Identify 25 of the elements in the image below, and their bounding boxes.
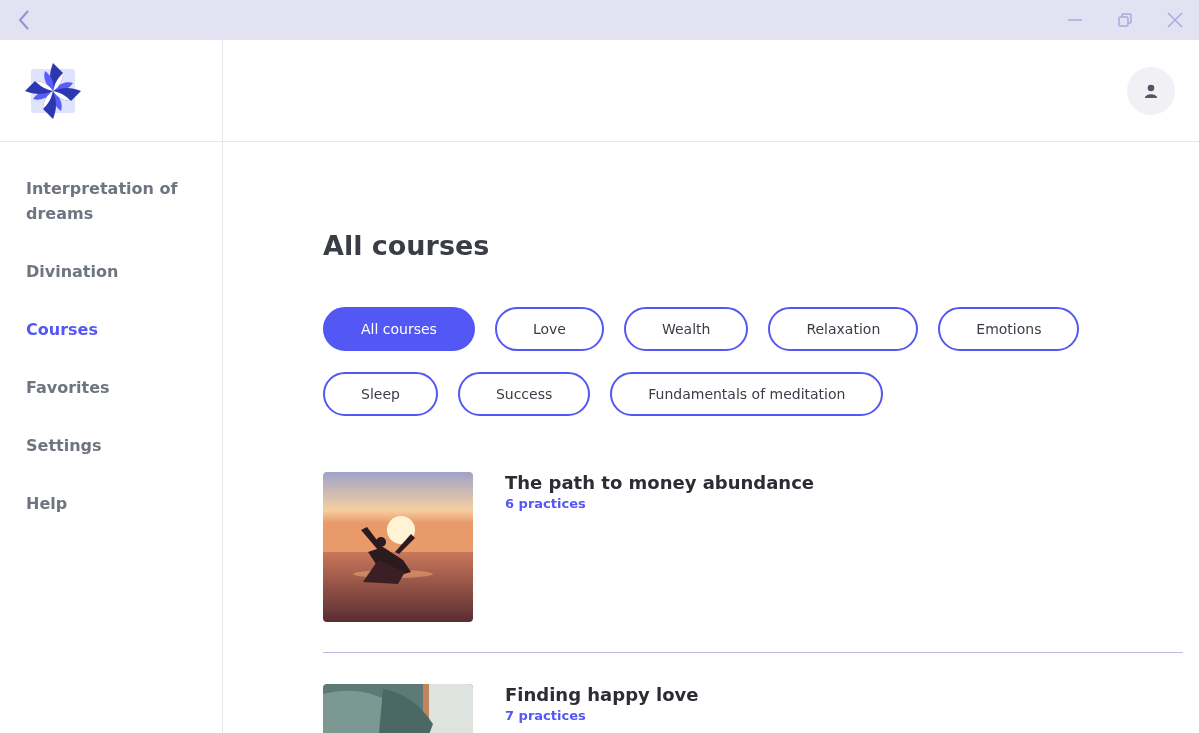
filter-chip[interactable]: All courses (323, 307, 475, 351)
filter-chip[interactable]: Success (457, 372, 591, 416)
course-title[interactable]: Finding happy love (505, 684, 699, 705)
close-icon[interactable] (1165, 10, 1185, 30)
sidebar-item[interactable]: Interpretation of dreams (26, 176, 196, 226)
course-title[interactable]: The path to money abundance (505, 472, 815, 493)
sidebar-item[interactable]: Help (26, 491, 196, 516)
back-icon[interactable] (18, 10, 30, 30)
filter-chip[interactable]: Emotions (938, 307, 1080, 351)
filter-chip[interactable]: Relaxation (768, 307, 919, 351)
person-icon (1143, 82, 1159, 99)
page-title: All courses (323, 230, 491, 261)
flower-logo-icon (23, 60, 83, 121)
avatar-button[interactable] (1127, 66, 1175, 115)
filter-chip[interactable]: Fundamentals of meditation (610, 372, 884, 416)
sidebar-item[interactable]: Courses (26, 317, 196, 342)
filter-chip[interactable]: Love (494, 307, 604, 351)
practice-count: 6 practices (505, 496, 587, 511)
practice-count: 7 practices (505, 708, 587, 723)
filter-chip[interactable]: Wealth (623, 307, 749, 351)
sidebar-item[interactable]: Divination (26, 259, 196, 284)
sidebar-item[interactable]: Settings (26, 433, 196, 458)
filter-chip[interactable]: Sleep (323, 372, 438, 416)
restore-icon[interactable] (1115, 10, 1135, 30)
sidebar-item[interactable]: Favorites (26, 375, 196, 400)
